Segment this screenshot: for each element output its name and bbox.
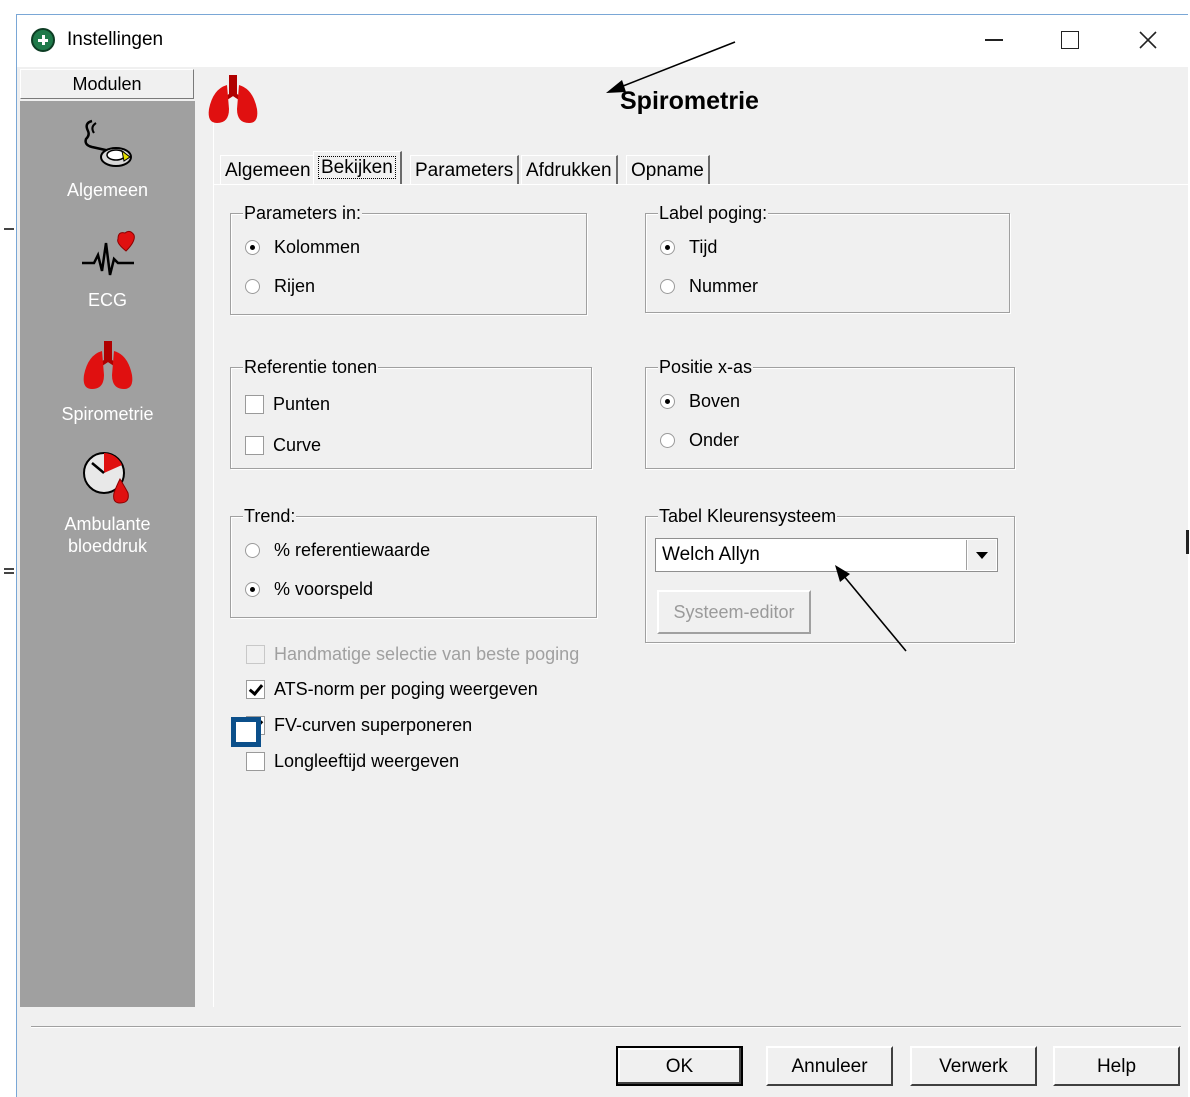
annotation-arrow-title [606,41,736,93]
highlight-square [231,717,261,747]
annotation-arrows [606,41,907,652]
annotation-arrow-dropdown [835,565,907,652]
background-edge-mark [1186,530,1189,554]
